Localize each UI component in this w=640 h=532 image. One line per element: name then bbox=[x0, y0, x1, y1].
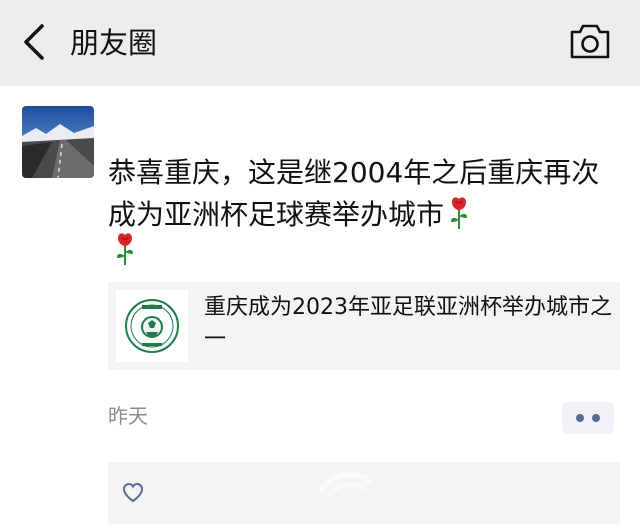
more-dots-icon bbox=[592, 414, 600, 422]
rose-icon bbox=[114, 232, 136, 266]
camera-button[interactable] bbox=[568, 22, 612, 62]
link-title: 重庆成为2023年亚足联亚洲杯举办城市之一 bbox=[204, 295, 612, 352]
camera-icon bbox=[570, 24, 610, 59]
football-association-logo bbox=[125, 299, 179, 353]
more-actions-button[interactable] bbox=[562, 402, 614, 434]
likes-names[interactable] bbox=[148, 478, 608, 508]
chevron-left-icon bbox=[24, 24, 44, 60]
heart-outline-icon bbox=[122, 482, 144, 503]
rose-icon bbox=[448, 196, 470, 230]
nav-bar: 朋友圈 bbox=[0, 0, 640, 86]
post-time: 昨天 bbox=[108, 404, 148, 428]
author-name[interactable] bbox=[108, 114, 200, 144]
avatar[interactable] bbox=[22, 106, 94, 178]
post-text: 恭喜重庆，这是继2004年之后重庆再次成为亚洲杯足球赛举办城市 bbox=[108, 152, 608, 236]
back-button[interactable] bbox=[18, 20, 54, 64]
likes-bar bbox=[108, 462, 620, 524]
more-dots-icon bbox=[576, 414, 584, 422]
link-thumbnail bbox=[116, 290, 188, 362]
shared-link-card[interactable]: 重庆成为2023年亚足联亚洲杯举办城市之一 bbox=[108, 282, 620, 370]
post-body: 恭喜重庆，这是继2004年之后重庆再次成为亚洲杯足球赛举办城市 bbox=[108, 156, 600, 231]
avatar-image bbox=[22, 106, 94, 178]
page-title: 朋友圈 bbox=[70, 26, 158, 60]
